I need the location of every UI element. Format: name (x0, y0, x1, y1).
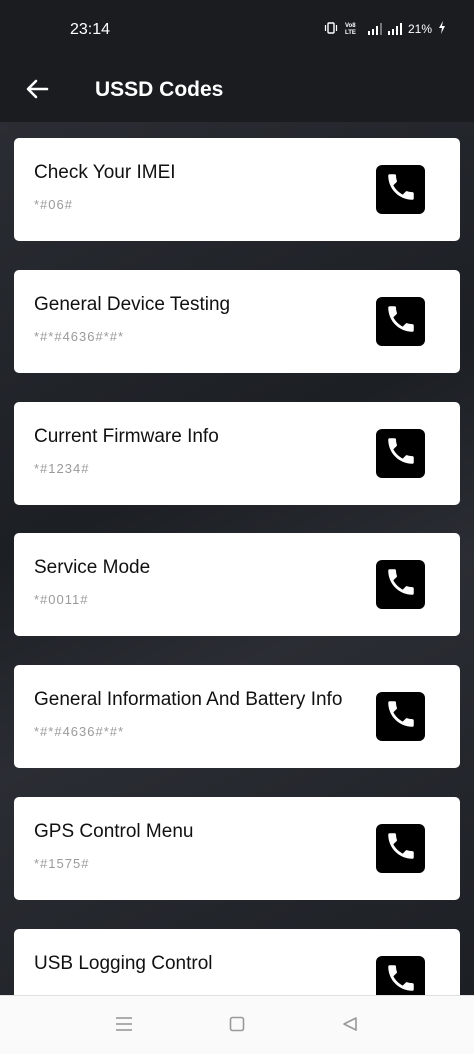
list-item[interactable]: General Device Testing *#*#4636#*#* (14, 270, 460, 373)
svg-text:LTE: LTE (345, 30, 356, 35)
list-item[interactable]: General Information And Battery Info *#*… (14, 665, 460, 768)
code-value: *#*#4636#*#* (34, 329, 125, 344)
system-nav-bar (0, 995, 474, 1054)
code-title: General Information And Battery Info (34, 689, 343, 710)
list-item[interactable]: Current Firmware Info *#1234# (14, 402, 460, 505)
status-bar: 23:14 Vo8 LTE 21% (0, 0, 474, 60)
signal-icon-1 (367, 23, 382, 35)
svg-text:Vo8: Vo8 (345, 23, 356, 29)
signal-icon-2 (387, 23, 402, 35)
list-item[interactable]: Check Your IMEI *#06# (14, 138, 460, 241)
status-icons: Vo8 LTE 21% (324, 21, 446, 37)
code-title: Service Mode (34, 557, 151, 578)
home-icon (229, 1016, 245, 1037)
charging-icon (438, 21, 446, 37)
list-item[interactable]: USB Logging Control (14, 929, 460, 995)
call-button[interactable] (376, 429, 425, 478)
call-button[interactable] (376, 297, 425, 346)
call-button[interactable] (376, 956, 425, 995)
vibrate-icon (324, 21, 338, 37)
phone-icon (384, 565, 418, 604)
back-triangle-icon (342, 1016, 358, 1037)
code-value: *#0011# (34, 592, 89, 607)
call-button[interactable] (376, 824, 425, 873)
list-item[interactable]: Service Mode *#0011# (14, 533, 460, 636)
list-item[interactable]: GPS Control Menu *#1575# (14, 797, 460, 900)
back-button[interactable] (22, 76, 52, 106)
phone-icon (384, 302, 418, 341)
app-bar: USSD Codes (0, 60, 474, 122)
page-title: USSD Codes (95, 78, 224, 101)
back-nav-button[interactable] (337, 1013, 363, 1039)
volte-icon: Vo8 LTE (344, 21, 362, 37)
ussd-list[interactable]: Check Your IMEI *#06# General Device Tes… (0, 122, 474, 995)
code-title: GPS Control Menu (34, 821, 194, 842)
code-value: *#1234# (34, 461, 90, 476)
phone-icon (384, 434, 418, 473)
arrow-left-icon (25, 78, 49, 105)
code-title: USB Logging Control (34, 953, 213, 974)
code-title: Check Your IMEI (34, 162, 176, 183)
home-button[interactable] (224, 1013, 250, 1039)
menu-icon (115, 1016, 133, 1037)
call-button[interactable] (376, 692, 425, 741)
code-value: *#1575# (34, 856, 90, 871)
phone-icon (384, 829, 418, 868)
code-value: *#*#4636#*#* (34, 724, 125, 739)
call-button[interactable] (376, 165, 425, 214)
code-title: General Device Testing (34, 294, 231, 315)
phone-icon (384, 170, 418, 209)
battery-percent: 21% (407, 22, 432, 36)
phone-icon (384, 697, 418, 736)
status-time: 23:14 (70, 21, 111, 38)
code-value: *#06# (34, 197, 73, 212)
code-title: Current Firmware Info (34, 426, 219, 447)
phone-icon (384, 961, 418, 995)
call-button[interactable] (376, 560, 425, 609)
recent-apps-button[interactable] (111, 1013, 137, 1039)
